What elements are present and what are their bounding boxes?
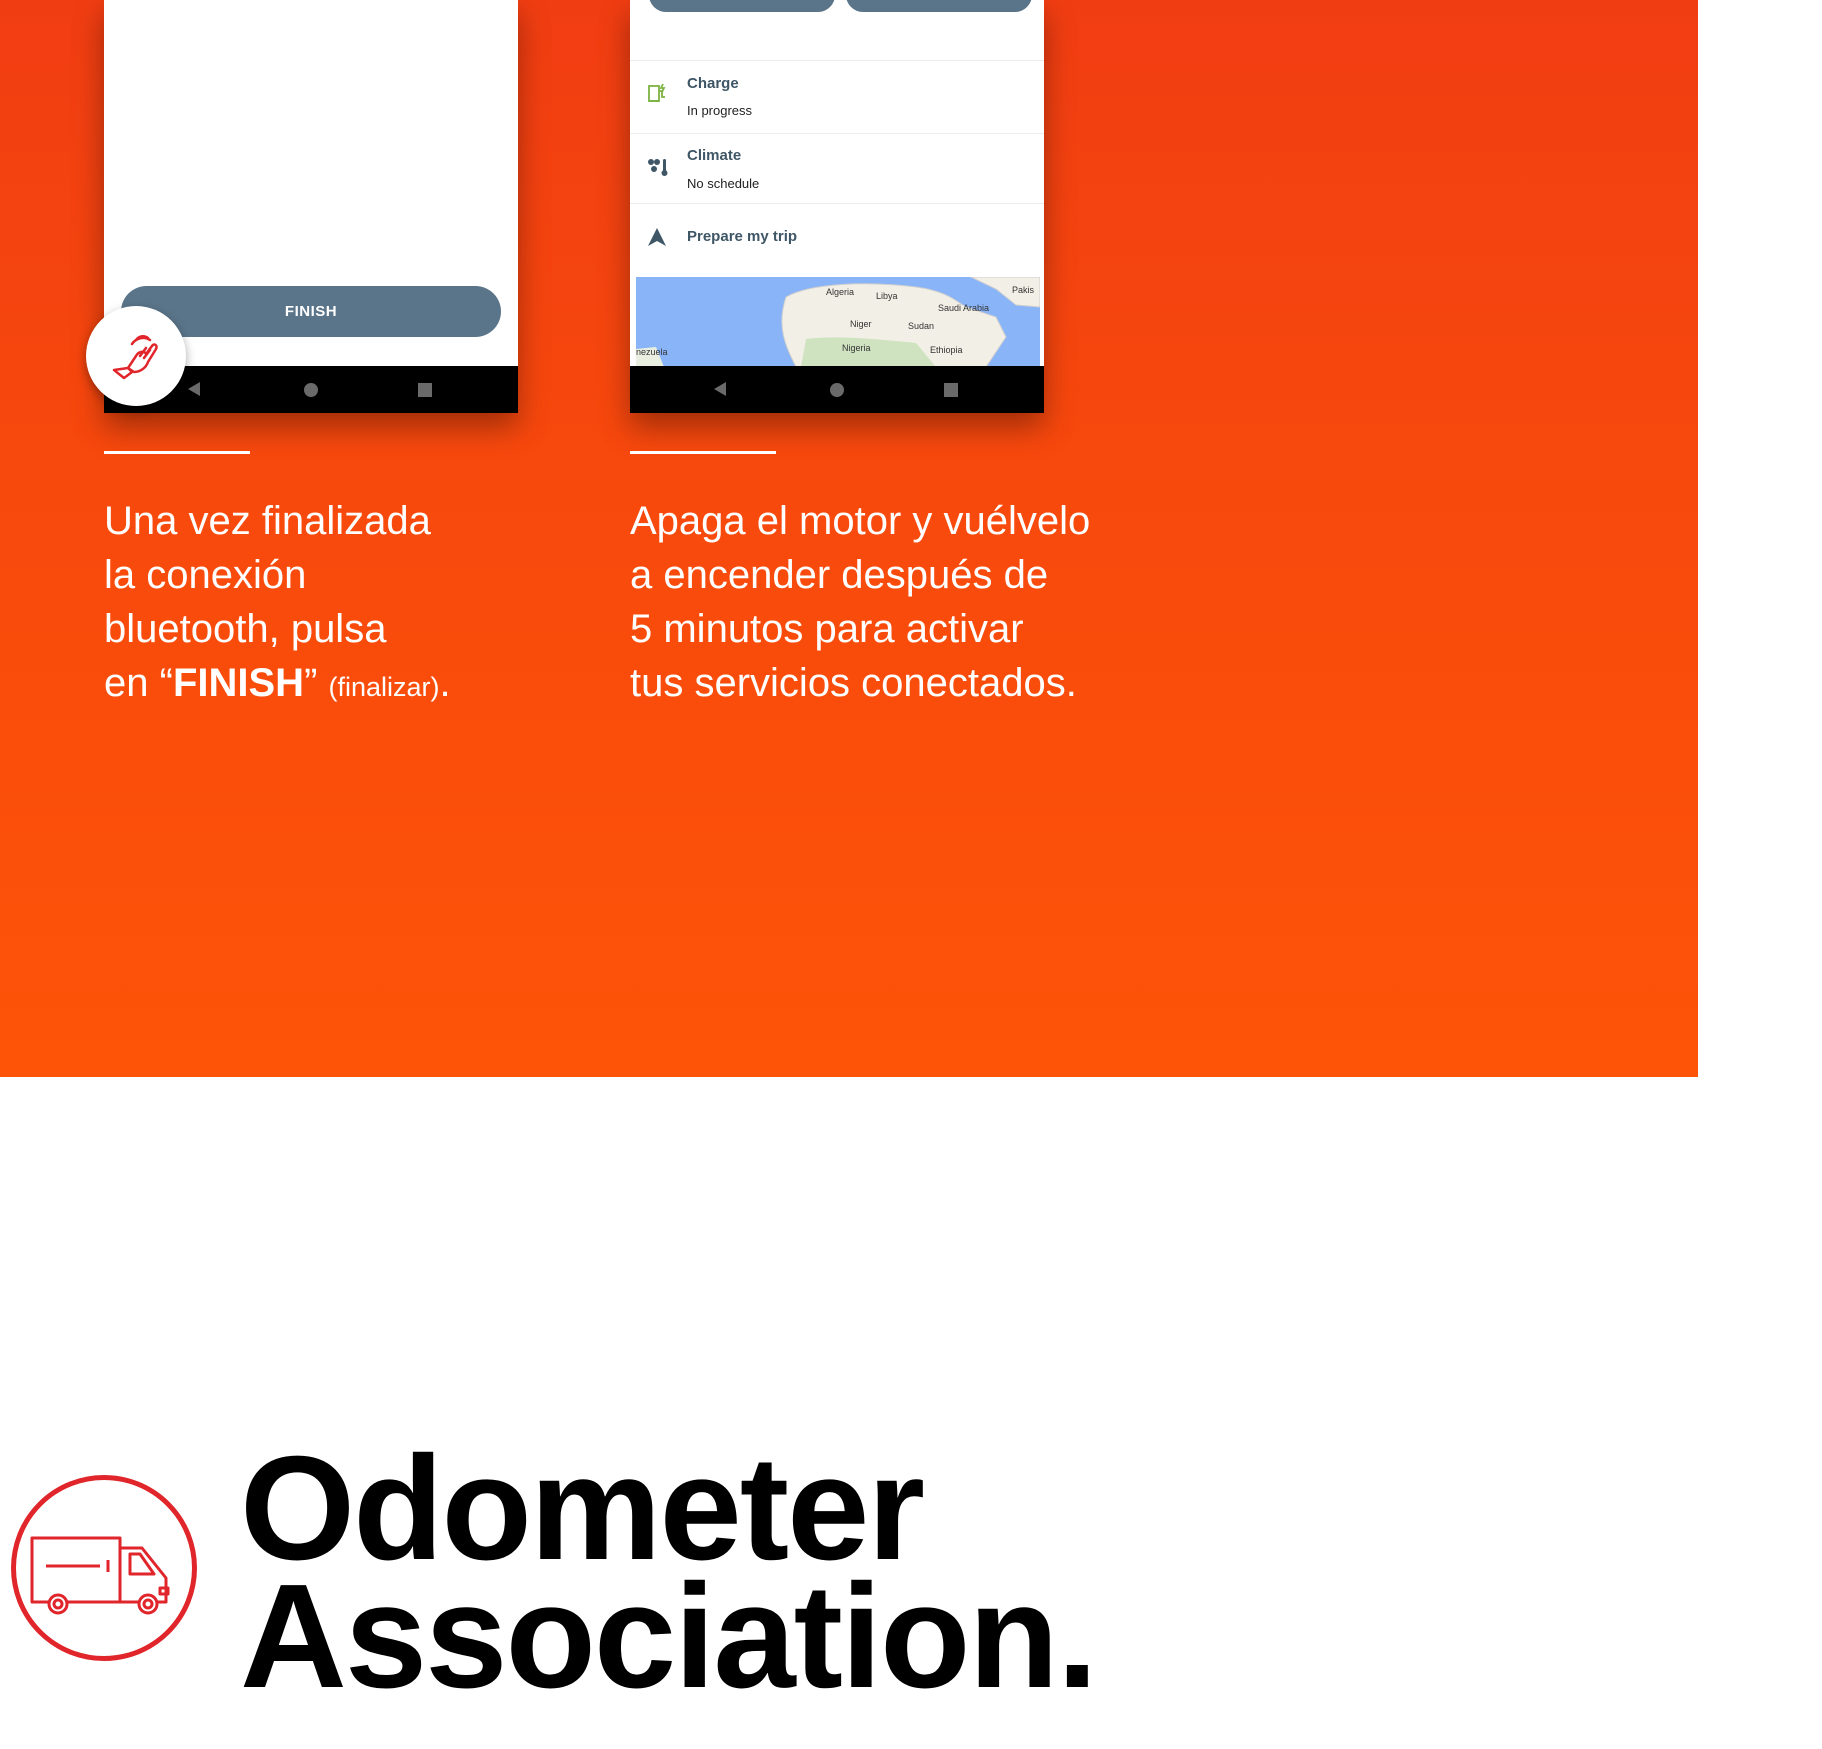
map-label: nezuela	[636, 347, 668, 357]
nav-recent-icon[interactable]	[418, 383, 432, 397]
top-action-button-right[interactable]	[846, 0, 1032, 12]
map-label: Saudi Arabia	[938, 303, 990, 313]
caption-line: tus servicios conectados.	[630, 661, 1077, 705]
nav-back-icon[interactable]	[714, 382, 726, 396]
map-label: Libya	[876, 291, 898, 301]
climate-title: Climate	[687, 147, 742, 164]
brand-line: Association.	[240, 1554, 1098, 1719]
hand-tap-icon	[86, 306, 186, 406]
map-label: Ethiopia	[930, 345, 963, 355]
map-label: Niger	[850, 319, 872, 329]
finish-button-label: FINISH	[284, 303, 338, 320]
charge-title: Charge	[687, 75, 739, 92]
caption-line: Una vez finalizada	[104, 499, 431, 543]
caption-step-restart: Apaga el motor y vuélvelo a encender des…	[630, 494, 1090, 710]
caption-line: la conexión	[104, 553, 307, 597]
top-action-button-left[interactable]	[649, 0, 835, 12]
caption-line: a encender después de	[630, 553, 1049, 597]
climate-fan-icon	[646, 156, 672, 183]
divider-rule	[630, 451, 776, 454]
divider-rule	[104, 451, 250, 454]
caption-step-finish: Una vez finalizada la conexión bluetooth…	[104, 494, 451, 714]
charge-status: In progress	[687, 103, 753, 118]
climate-row[interactable]: Climate No schedule	[630, 133, 1044, 204]
map-label: Nigeria	[842, 343, 871, 353]
prepare-trip-row[interactable]: Prepare my trip	[630, 203, 1044, 272]
navigation-arrow-icon	[646, 226, 668, 253]
android-nav-bar	[630, 366, 1044, 413]
map-preview[interactable]: Algeria Libya Saudi Arabia Pakis Niger S…	[636, 277, 1040, 367]
map-label: Algeria	[826, 287, 855, 297]
phone-screenshot-app: Charge In progress Climate No schedule P…	[630, 0, 1044, 413]
map-label: Pakis	[1012, 285, 1035, 295]
map-label: Sudan	[908, 321, 935, 331]
caption-line: bluetooth, pulsa	[104, 607, 387, 651]
brand-wordmark: Odometer Association.	[240, 1435, 1098, 1719]
nav-home-icon[interactable]	[304, 383, 318, 397]
caption-line: 5 minutos para activar	[630, 607, 1024, 651]
caption-line: Apaga el motor y vuélvelo	[630, 499, 1091, 543]
hero-banner: FINISH Charge In progress Climate No sch…	[0, 0, 1698, 1077]
charging-station-icon	[646, 81, 670, 110]
prepare-trip-title: Prepare my trip	[687, 228, 798, 245]
climate-status: No schedule	[687, 176, 760, 191]
nav-home-icon[interactable]	[830, 383, 844, 397]
charge-row[interactable]: Charge In progress	[630, 60, 1044, 133]
nav-back-icon[interactable]	[188, 382, 200, 396]
delivery-van-icon	[11, 1475, 197, 1661]
nav-recent-icon[interactable]	[944, 383, 958, 397]
caption-line: en “FINISH” (finalizar).	[104, 661, 451, 705]
